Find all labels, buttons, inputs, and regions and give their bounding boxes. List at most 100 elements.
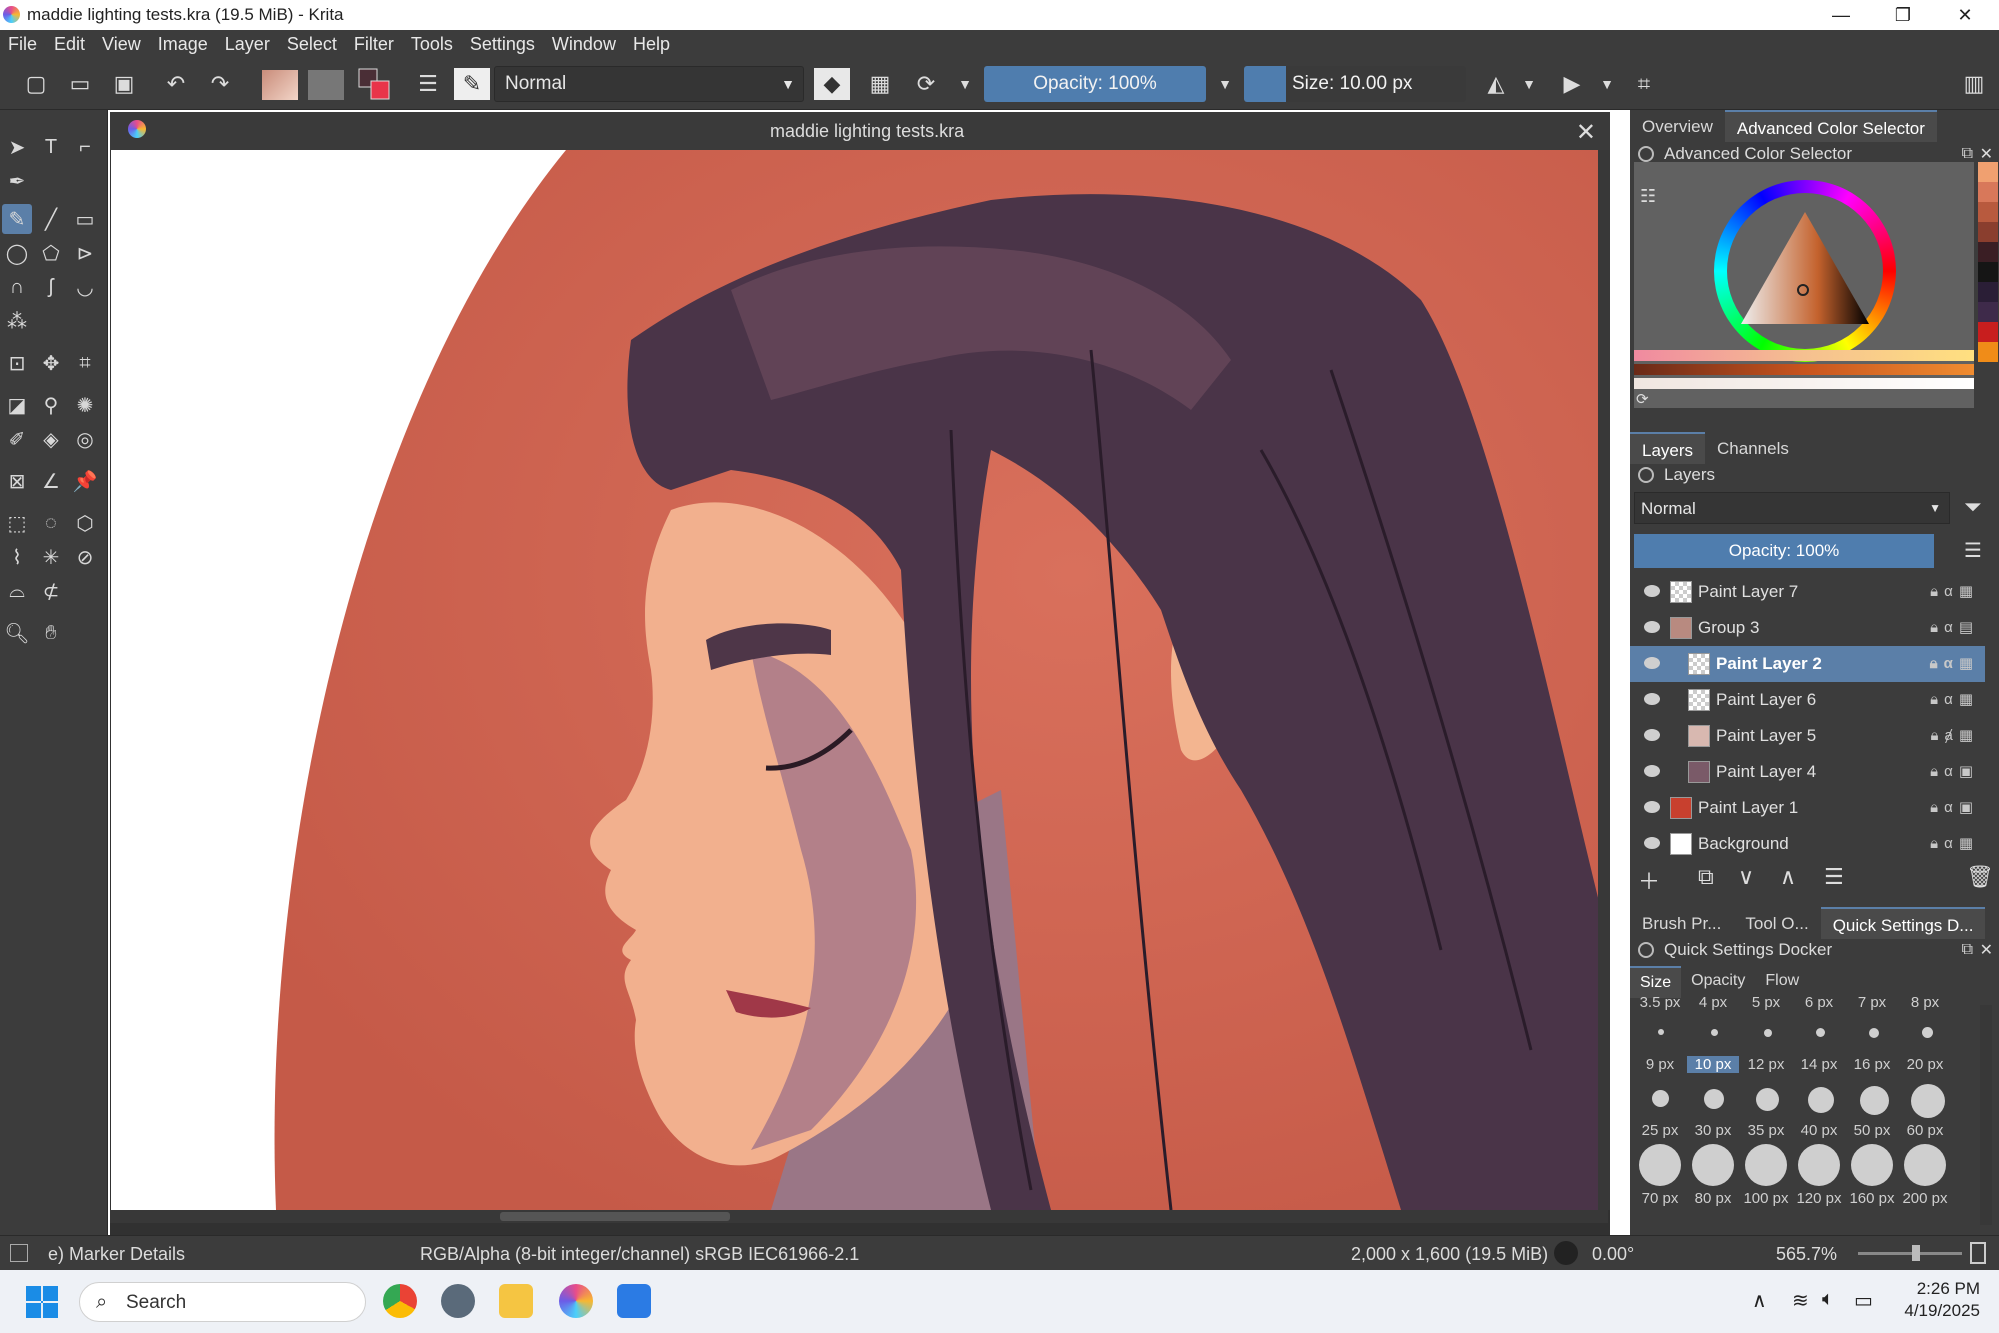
bezier-selection-icon[interactable]: ⌓ — [2, 576, 32, 606]
reference-images-tool-icon[interactable]: 📌 — [70, 466, 100, 496]
file-explorer-icon[interactable] — [499, 1284, 533, 1318]
maximize-button[interactable]: ❐ — [1872, 0, 1934, 30]
size-option[interactable]: 20 px — [1899, 1056, 1951, 1073]
menu-view[interactable]: View — [102, 34, 141, 55]
refresh-icon[interactable]: ⟳ — [1636, 390, 1649, 408]
mirror-vertical-icon[interactable]: ▶ — [1554, 66, 1590, 102]
edit-shapes-tool-icon[interactable]: ⌐ — [70, 132, 100, 162]
advanced-color-selector[interactable]: ☷ ⟳ — [1634, 162, 1974, 408]
move-layer-down-icon[interactable]: ∨ — [1738, 864, 1754, 890]
size-option[interactable]: 40 px — [1793, 1122, 1845, 1139]
close-window-button[interactable]: ✕ — [1934, 0, 1996, 30]
select-shapes-tool-icon[interactable]: ➤ — [2, 132, 32, 162]
colorize-mask-tool-icon[interactable]: ✐ — [2, 424, 32, 454]
gradient-icon[interactable] — [262, 70, 298, 100]
polygonal-selection-icon[interactable]: ⬡ — [70, 508, 100, 538]
color-swatch[interactable] — [1978, 202, 1998, 222]
layer-row[interactable]: Paint Layer 5 🔒︎ⱥ▦ — [1630, 718, 1985, 754]
color-pattern-bar[interactable] — [1634, 364, 1974, 375]
size-option[interactable]: 4 px — [1687, 994, 1739, 1011]
drawing-canvas[interactable] — [111, 150, 1606, 1210]
fill-tool-icon[interactable]: ◈ — [36, 424, 66, 454]
size-option-selected[interactable]: 10 px — [1687, 1056, 1739, 1073]
measure-tool-icon[interactable]: ∠ — [36, 466, 66, 496]
tab-quick-settings[interactable]: Quick Settings D... — [1820, 907, 1986, 939]
multibrush-tool-icon[interactable]: ⁂ — [2, 306, 32, 336]
size-option[interactable]: 50 px — [1846, 1122, 1898, 1139]
layer-row[interactable]: Paint Layer 7 🔒︎α▦ — [1630, 574, 1985, 610]
menu-select[interactable]: Select — [287, 34, 337, 55]
size-option[interactable]: 200 px — [1899, 1190, 1951, 1207]
tab-channels[interactable]: Channels — [1705, 432, 1801, 464]
reload-preset-icon[interactable]: ⟳ — [908, 66, 944, 102]
tab-layers[interactable]: Layers — [1630, 432, 1706, 464]
layer-opacity-slider[interactable]: Opacity: 100% — [1634, 534, 1934, 568]
redo-icon[interactable]: ↷ — [202, 66, 238, 102]
chevron-up-icon[interactable]: ∧ — [1752, 1288, 1767, 1313]
chevron-down-icon[interactable]: ▼ — [1212, 66, 1238, 102]
workspace-icon[interactable]: ▥ — [1956, 66, 1992, 102]
color-swatch[interactable] — [1978, 222, 1998, 242]
photos-app-icon[interactable] — [617, 1284, 651, 1318]
blend-mode-dropdown[interactable]: Normal ▼ — [494, 66, 804, 102]
fullscreen-icon[interactable] — [1970, 1242, 1986, 1264]
assistant-tool-icon[interactable]: ⊠ — [2, 466, 32, 496]
size-option[interactable]: 100 px — [1740, 1190, 1792, 1207]
magnetic-selection-icon[interactable]: ⊄ — [36, 576, 66, 606]
size-option[interactable]: 160 px — [1846, 1190, 1898, 1207]
color-swatch[interactable] — [1978, 182, 1998, 202]
minimize-button[interactable]: — — [1810, 0, 1872, 30]
size-option[interactable]: 5 px — [1740, 994, 1792, 1011]
color-swatch[interactable] — [1978, 262, 1998, 282]
layer-actions[interactable]: 🔒︎α▦ — [1930, 690, 1979, 708]
menu-window[interactable]: Window — [552, 34, 616, 55]
menu-filter[interactable]: Filter — [354, 34, 394, 55]
volume-icon[interactable]: 🔈︎ — [1822, 1288, 1834, 1311]
layer-actions[interactable]: 🔒︎α▣ — [1930, 798, 1979, 816]
elliptical-selection-icon[interactable]: ◌ — [36, 508, 66, 538]
freehand-path-tool-icon[interactable]: ʃ — [36, 272, 66, 302]
move-layer-up-icon[interactable]: ∧ — [1780, 864, 1796, 890]
color-swatch[interactable] — [1978, 302, 1998, 322]
tab-overview[interactable]: Overview — [1630, 110, 1725, 142]
zoom-slider-handle[interactable] — [1912, 1245, 1920, 1261]
bezier-tool-icon[interactable]: ∩ — [2, 272, 32, 302]
size-option[interactable]: 16 px — [1846, 1056, 1898, 1073]
gradient-tool-icon[interactable]: ◪ — [2, 390, 32, 420]
dynamic-brush-tool-icon[interactable]: ◡ — [70, 272, 100, 302]
wifi-icon[interactable]: ≋ — [1792, 1288, 1809, 1313]
size-option[interactable]: 7 px — [1846, 994, 1898, 1011]
size-option[interactable]: 120 px — [1793, 1190, 1845, 1207]
brush-settings-icon[interactable]: ☰ — [410, 66, 446, 102]
menu-help[interactable]: Help — [633, 34, 670, 55]
size-option[interactable]: 25 px — [1634, 1122, 1686, 1139]
layer-actions[interactable]: 🔒︎α▦ — [1930, 582, 1979, 600]
color-history-swatches[interactable] — [1978, 162, 1998, 402]
close-document-icon[interactable]: ✕ — [1576, 118, 1596, 147]
eye-icon[interactable] — [1644, 585, 1660, 597]
color-swatch[interactable] — [1978, 282, 1998, 302]
similar-color-selection-icon[interactable]: ⊘ — [70, 542, 100, 572]
color-swatch[interactable] — [1978, 342, 1998, 362]
layer-row[interactable]: Background 🔒︎α▦ — [1630, 826, 1985, 862]
eye-icon[interactable] — [1644, 801, 1660, 813]
scrollbar-thumb[interactable] — [500, 1212, 730, 1221]
tab-advanced-color-selector[interactable]: Advanced Color Selector — [1724, 110, 1937, 142]
polyline-tool-icon[interactable]: ⊳ — [70, 238, 100, 268]
ellipse-tool-icon[interactable]: ◯ — [2, 238, 32, 268]
size-option[interactable]: 80 px — [1687, 1190, 1739, 1207]
close-dock-icon[interactable]: ✕ — [1980, 144, 1993, 164]
color-swatch[interactable] — [1978, 162, 1998, 182]
preserve-alpha-icon[interactable]: ▦ — [862, 66, 898, 102]
size-slider[interactable]: Size: 10.00 px — [1244, 66, 1466, 102]
menu-settings[interactable]: Settings — [470, 34, 535, 55]
wrap-around-icon[interactable]: ⌗ — [1626, 66, 1662, 102]
layer-row[interactable]: Group 3 🔒︎α▤ — [1630, 610, 1985, 646]
layer-row[interactable]: Paint Layer 6 🔒︎α▦ — [1630, 682, 1985, 718]
chrome-icon[interactable] — [383, 1284, 417, 1318]
new-document-icon[interactable]: ▢ — [18, 66, 54, 102]
freehand-selection-icon[interactable]: ⌇ — [2, 542, 32, 572]
size-option[interactable]: 70 px — [1634, 1190, 1686, 1207]
size-option[interactable]: 9 px — [1634, 1056, 1686, 1073]
layer-row[interactable]: Paint Layer 1 🔒︎α▣ — [1630, 790, 1985, 826]
